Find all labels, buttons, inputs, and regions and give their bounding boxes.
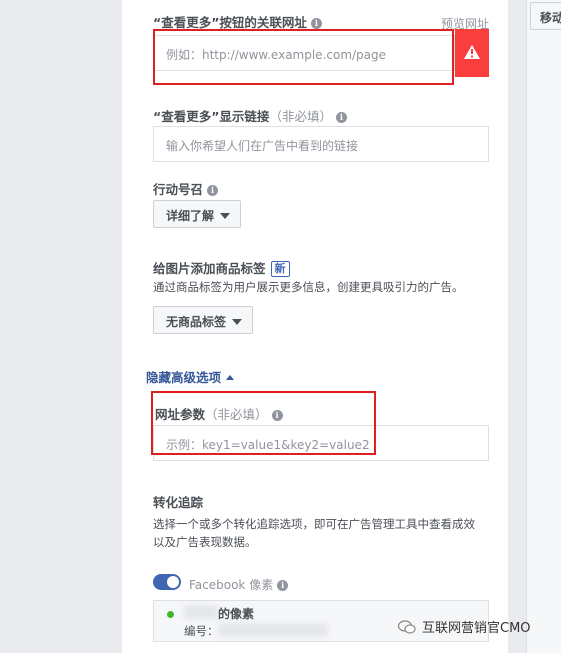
facebook-pixel-label-text: Facebook 像素 (189, 578, 274, 592)
caret-down-icon (220, 213, 231, 219)
see-more-display-label-text: “查看更多”显示链接 (153, 109, 270, 124)
move-button[interactable]: 移动 (530, 2, 561, 30)
wechat-icon (398, 620, 416, 634)
pixel-name: 的像素 (218, 607, 255, 621)
hide-advanced-options-link[interactable]: 隐藏高级选项 (146, 367, 235, 386)
warning-icon (464, 45, 480, 59)
info-icon[interactable]: i (277, 580, 289, 591)
cta-label: 行动号召 i (153, 179, 219, 198)
error-indicator (455, 29, 489, 77)
new-badge: 新 (270, 261, 290, 277)
facebook-pixel-label: Facebook 像素 i (189, 576, 289, 593)
redacted-name (184, 605, 218, 619)
see-more-url-label-text: “查看更多”按钮的关联网址 (153, 15, 307, 30)
product-tags-description: 通过商品标签为用户展示更多信息，创建更具吸引力的广告。 (153, 280, 464, 294)
product-tags-dropdown[interactable]: 无商品标签 (153, 306, 254, 334)
right-side-panel (526, 0, 561, 653)
left-gutter (0, 0, 122, 653)
info-icon[interactable]: i (310, 18, 322, 29)
highlight-box-url-params (151, 391, 376, 455)
caret-down-icon (232, 319, 243, 325)
facebook-pixel-toggle[interactable] (153, 574, 181, 590)
info-icon[interactable]: i (335, 112, 347, 123)
toggle-knob (167, 576, 179, 588)
product-tags-value: 无商品标签 (166, 315, 227, 329)
conversion-description-line1: 选择一个或多个转化追踪选项，即可在广告管理工具中查看成效 (153, 517, 475, 531)
hide-advanced-label: 隐藏高级选项 (146, 370, 222, 385)
conversion-tracking-title: 转化追踪 (153, 495, 204, 510)
see-more-display-label: “查看更多”显示链接（非必填） i (153, 106, 347, 125)
info-icon[interactable]: i (207, 185, 219, 196)
cta-dropdown[interactable]: 详细了解 (153, 200, 242, 228)
watermark: 互联网营销官CMO (398, 617, 531, 636)
conversion-description-line2: 以及广告表现数据。 (153, 535, 257, 549)
cta-label-text: 行动号召 (153, 182, 204, 197)
product-tags-label: 给图片添加商品标签新 (153, 258, 290, 277)
pixel-id-label: 编号： (184, 624, 219, 638)
highlight-box-url (153, 29, 454, 85)
status-dot (167, 611, 174, 618)
right-gutter (508, 0, 526, 653)
product-tags-label-text: 给图片添加商品标签 (153, 261, 266, 276)
redacted-id (218, 623, 328, 637)
optional-text: （非必填） (269, 109, 332, 124)
cta-value: 详细了解 (166, 209, 215, 223)
see-more-display-input[interactable]: 输入你希望人们在广告中看到的链接 (153, 126, 489, 162)
watermark-text: 互联网营销官CMO (422, 621, 531, 636)
caret-up-icon (226, 375, 235, 380)
